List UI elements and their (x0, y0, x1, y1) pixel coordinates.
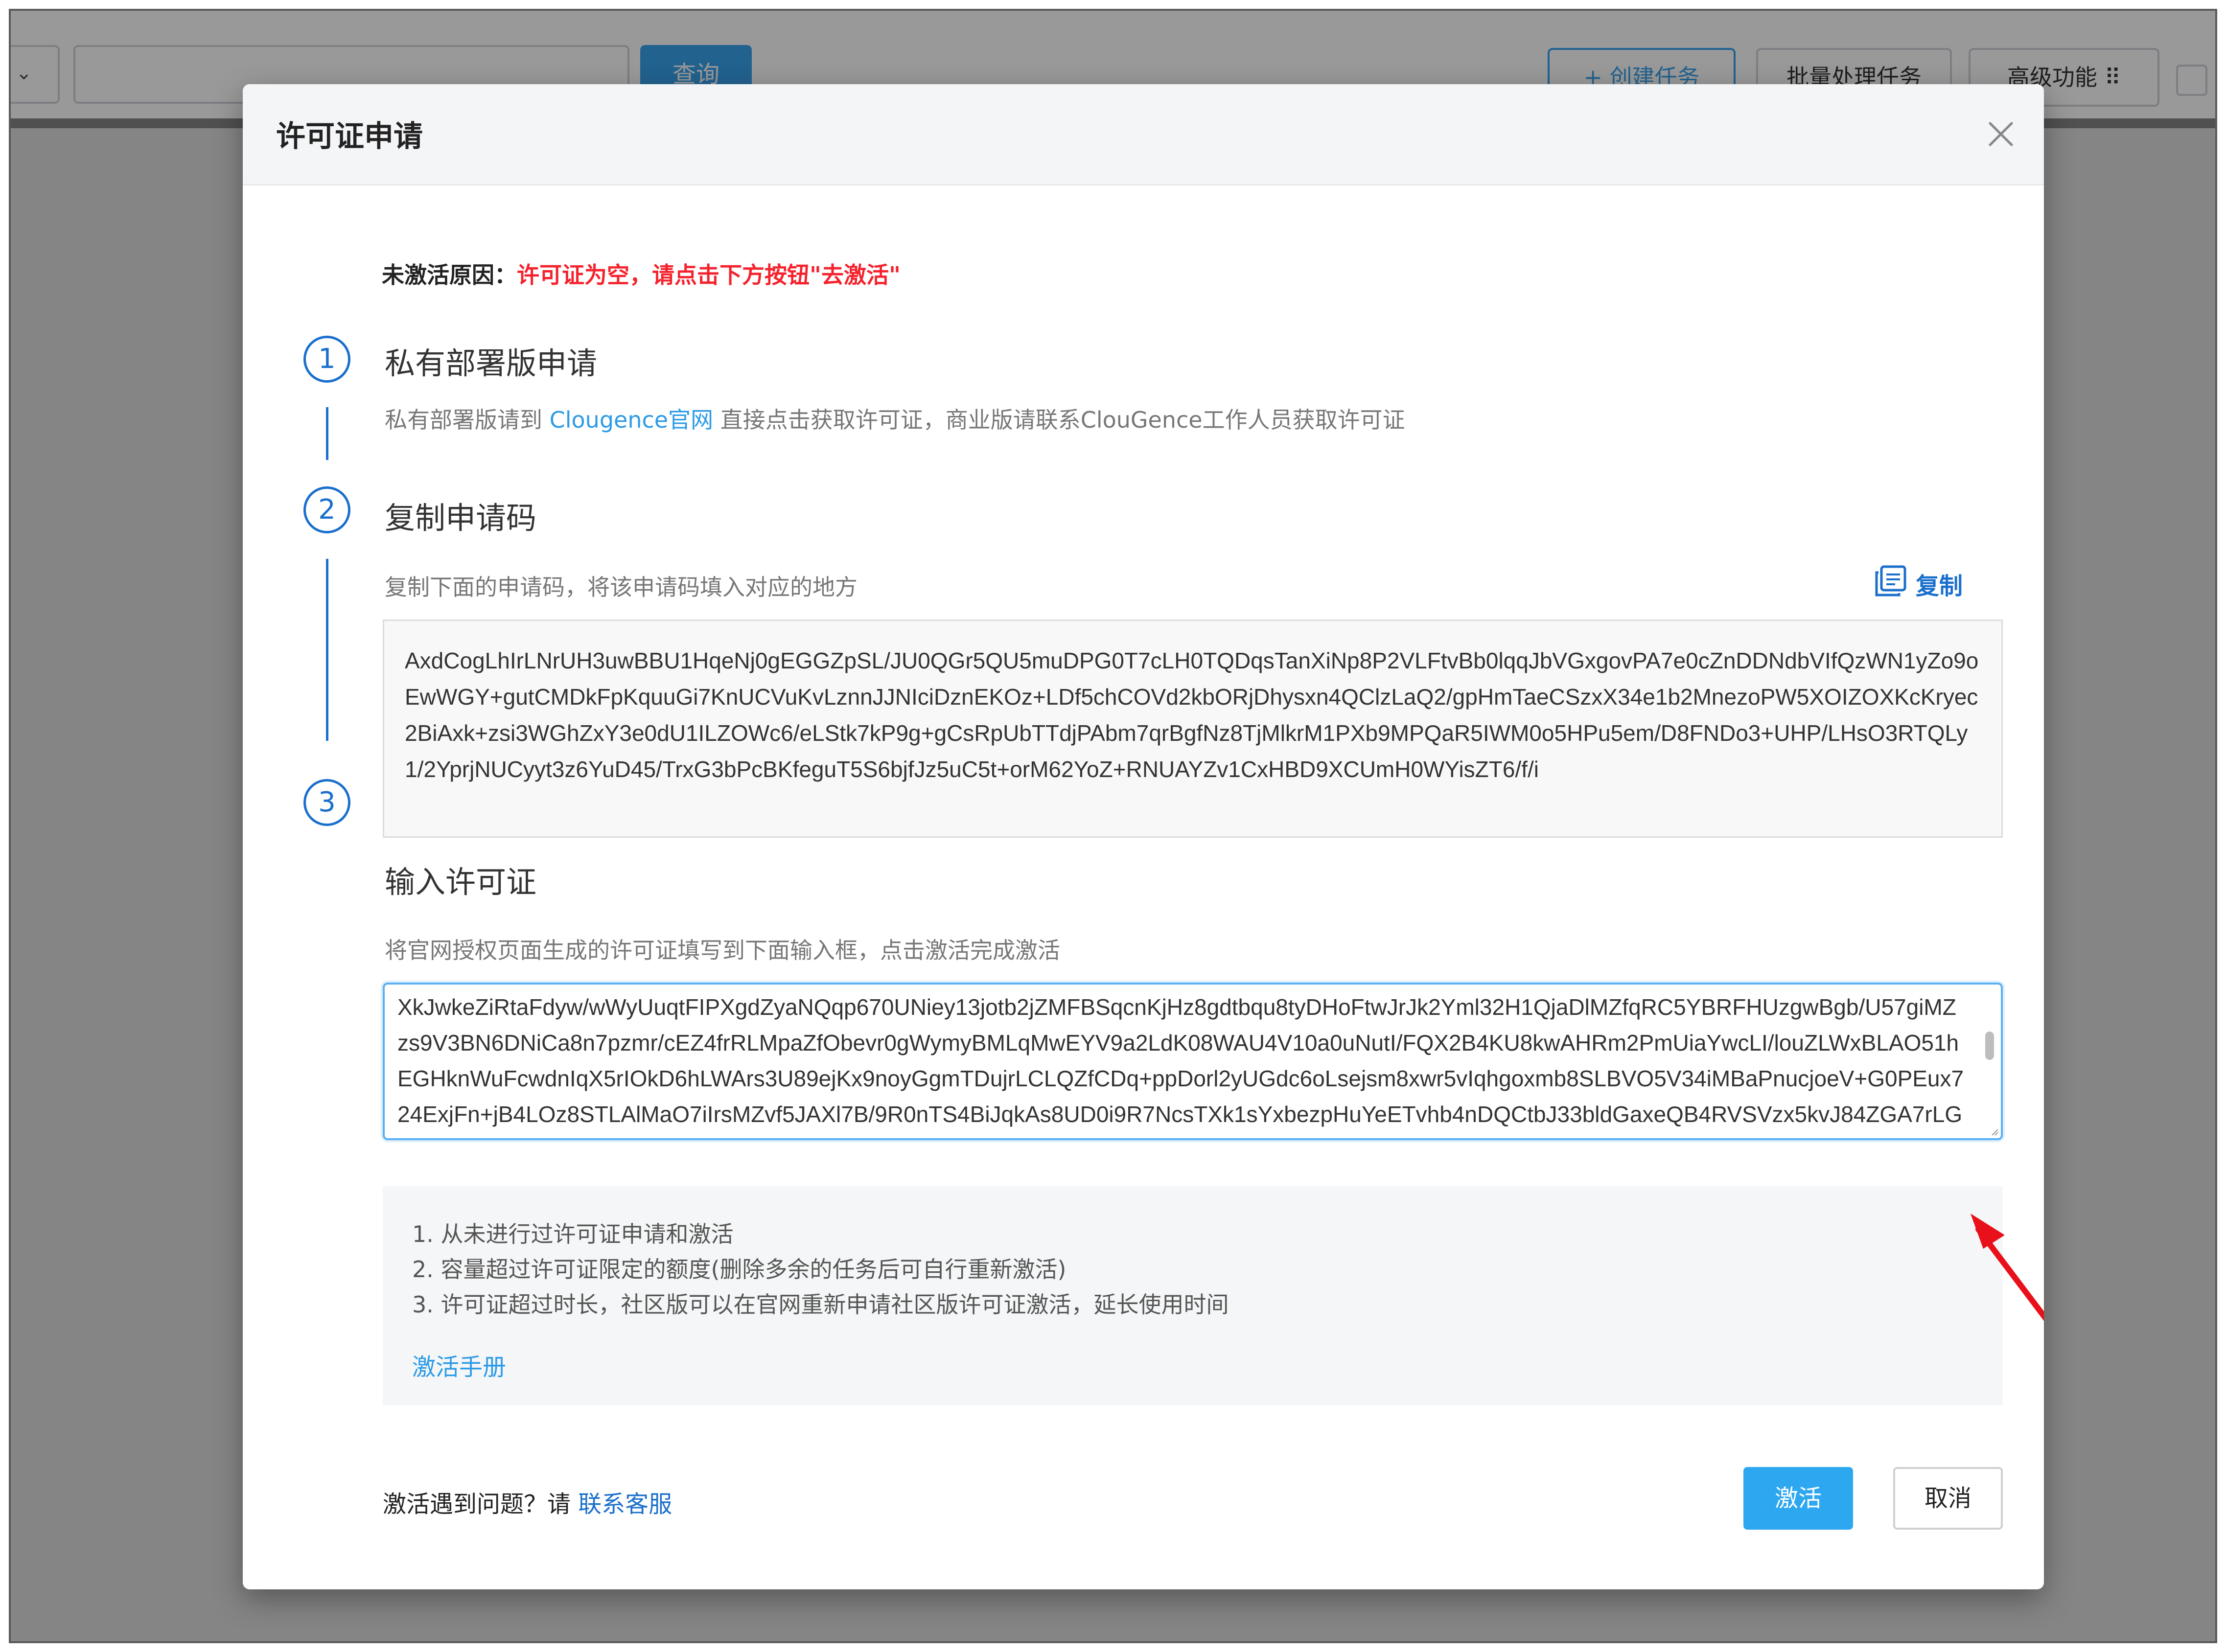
activation-manual-link[interactable]: 激活手册 (412, 1348, 506, 1382)
note-item: 3. 许可证超过时长，社区版可以在官网重新申请社区版许可证激活，延长使用时间 (412, 1291, 1229, 1318)
step-1-desc-suffix: 直接点击获取许可证，商业版请联系ClouGence工作人员获取许可证 (713, 407, 1405, 433)
dialog-header: 许可证申请 (243, 84, 2044, 185)
step-3-title: 输入许可证 (385, 864, 537, 900)
help-prefix: 激活遇到问题？请 (383, 1491, 579, 1518)
copy-icon (1875, 565, 1906, 597)
annotation-arrow-icon (1971, 1214, 2044, 1321)
close-button[interactable] (1985, 118, 2017, 150)
step-3-description: 将官网授权页面生成的许可证填写到下面输入框，点击激活完成激活 (385, 937, 1060, 964)
apply-code-display: AxdCogLhIrLNrUH3uwBBU1HqeNj0gEGGZpSL/JU0… (383, 620, 2003, 838)
step-2-title: 复制申请码 (385, 500, 537, 536)
step-1-desc-prefix: 私有部署版请到 (385, 407, 550, 433)
clougence-website-link[interactable]: Clougence官网 (550, 407, 713, 433)
step-1-description: 私有部署版请到 Clougence官网 直接点击获取许可证，商业版请联系Clou… (385, 402, 1405, 435)
resize-grip-icon[interactable] (1990, 1127, 1999, 1136)
close-icon (1989, 122, 2013, 146)
help-text: 激活遇到问题？请 联系客服 (383, 1485, 672, 1519)
note-item: 1. 从未进行过许可证申请和激活 (412, 1221, 734, 1247)
inactive-causes-panel: 1. 从未进行过许可证申请和激活 2. 容量超过许可证限定的额度(删除多余的任务… (383, 1186, 2003, 1405)
activate-button[interactable]: 激活 (1743, 1467, 1853, 1530)
step-2-indicator: 2 (303, 486, 350, 533)
note-item: 2. 容量超过许可证限定的额度(删除多余的任务后可自行重新激活) (412, 1256, 1067, 1283)
step-1-indicator: 1 (303, 336, 350, 383)
inactive-reason-label: 未激活原因： (382, 262, 517, 288)
step-1-title: 私有部署版申请 (385, 345, 598, 381)
inactive-reason: 未激活原因：许可证为空，请点击下方按钮"去激活" (382, 257, 901, 290)
step-connector-1 (326, 407, 328, 460)
license-dialog: 许可证申请 未激活原因：许可证为空，请点击下方按钮"去激活" 1 私有部署版申请… (243, 84, 2044, 1589)
step-3-indicator: 3 (303, 779, 350, 826)
license-input-scrollbar[interactable] (1985, 1032, 1994, 1060)
dialog-title: 许可证申请 (276, 119, 423, 154)
cancel-button[interactable]: 取消 (1893, 1467, 2003, 1530)
contact-support-link[interactable]: 联系客服 (578, 1491, 672, 1518)
license-input[interactable]: XkJwkeZiRtaFdyw/wWyUuqtFIPXgdZyaNQqp670U… (383, 983, 2003, 1140)
step-2-description: 复制下面的申请码，将该申请码填入对应的地方 (385, 574, 858, 600)
step-connector-2 (326, 559, 328, 741)
copy-label: 复制 (1916, 573, 1963, 600)
inactive-reason-message: 许可证为空，请点击下方按钮"去激活" (517, 262, 901, 288)
copy-button[interactable]: 复制 (1875, 565, 1963, 601)
